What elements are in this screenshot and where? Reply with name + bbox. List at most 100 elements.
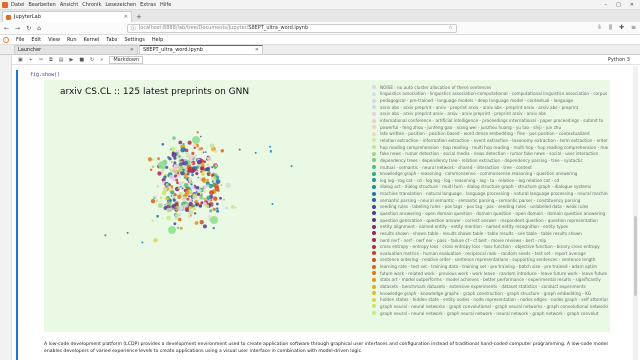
hamburger-menu-icon[interactable]: ≡ bbox=[631, 24, 636, 32]
legend-item[interactable]: dependency trees - dependency tree - rel… bbox=[372, 157, 608, 164]
maximize-icon[interactable]: □ bbox=[616, 2, 621, 8]
menu-hilfe[interactable]: Hilfe bbox=[160, 2, 171, 8]
cut-icon[interactable]: ✂ bbox=[39, 57, 43, 63]
legend-item[interactable]: entity alignment - named entity - entity… bbox=[372, 223, 608, 230]
legend-item[interactable]: dialog act - dialog structure - multi tu… bbox=[372, 184, 608, 191]
scatter-point bbox=[191, 151, 195, 155]
bookmark-star-icon[interactable]: ☆ bbox=[448, 25, 452, 31]
legend-item[interactable]: NOISE : no auto cluster allocation of th… bbox=[372, 84, 608, 91]
legend-marker bbox=[372, 184, 376, 189]
scatter-point bbox=[204, 151, 207, 153]
jmenu-edit[interactable]: Edit bbox=[31, 37, 41, 43]
legend-item[interactable]: evaluation metrics - human evaluation - … bbox=[372, 250, 608, 257]
legend-item[interactable]: late written - position - position based… bbox=[372, 130, 608, 137]
dock-tab-notebook[interactable]: S8EPT_ultra_word.ipynb ✕ bbox=[139, 45, 263, 54]
legend-item[interactable]: knowledge graph - knowledge graphs - gra… bbox=[372, 290, 608, 297]
scatter-point bbox=[190, 183, 193, 186]
legend-item[interactable]: semantic parsing - neural semantic - sem… bbox=[372, 197, 608, 204]
cell-code[interactable]: fig.show() bbox=[30, 72, 60, 78]
close-icon[interactable]: ✕ bbox=[630, 2, 634, 8]
legend-item[interactable]: cross entropy - entropy loss - cross ent… bbox=[372, 243, 608, 250]
new-tab-icon[interactable]: + bbox=[136, 13, 142, 21]
legend-item[interactable]: arxiv abs - arxiv preprint - arxiv - pre… bbox=[372, 104, 608, 111]
legend-item[interactable]: graph neural - neural network - graph ne… bbox=[372, 310, 608, 317]
menu-bearbeiten[interactable]: Bearbeiten bbox=[28, 2, 55, 8]
menu-datei[interactable]: Datei bbox=[11, 2, 24, 8]
menu-extras[interactable]: Extras bbox=[140, 2, 156, 8]
jmenu-help[interactable]: Help bbox=[152, 37, 163, 43]
legend-item[interactable]: mutual - semantic - neural network - sha… bbox=[372, 164, 608, 171]
jmenu-kernel[interactable]: Kernel bbox=[84, 37, 100, 43]
scatter-point bbox=[173, 161, 177, 165]
app-icon bbox=[2, 1, 8, 8]
close-tab-icon[interactable]: ✕ bbox=[124, 14, 128, 20]
url-bar[interactable]: ⓘ localhost:8888/lab/tree/Documents/Jupy… bbox=[126, 23, 457, 33]
cell-type-select[interactable]: Markdown bbox=[109, 55, 144, 64]
close-icon[interactable]: ✕ bbox=[130, 47, 134, 53]
menu-ansicht[interactable]: Ansicht bbox=[60, 2, 78, 8]
add-cell-icon[interactable]: + bbox=[29, 57, 33, 63]
stop-icon[interactable]: ■ bbox=[79, 57, 84, 63]
minimize-icon[interactable]: – bbox=[605, 2, 608, 8]
back-icon[interactable]: ← bbox=[4, 25, 9, 32]
legend-item[interactable]: results shown - shown table - results sh… bbox=[372, 230, 608, 237]
legend-item[interactable]: machine translation - natural language -… bbox=[372, 190, 608, 197]
scatter-point bbox=[177, 165, 179, 168]
dock-tab-launcher[interactable]: Launcher ✕ bbox=[14, 45, 138, 54]
scatter-point bbox=[208, 215, 211, 218]
forward-icon[interactable]: → bbox=[15, 25, 20, 32]
scatter-point bbox=[151, 219, 154, 222]
legend-item[interactable]: graph neural - neural networks - graph c… bbox=[372, 303, 608, 310]
legend-item[interactable]: learning rate - test set - training data… bbox=[372, 263, 608, 270]
downloads-icon[interactable]: ⇩ bbox=[597, 24, 602, 32]
close-icon[interactable]: ✕ bbox=[255, 47, 259, 53]
legend-item[interactable]: international conference - artificial in… bbox=[372, 117, 608, 124]
home-icon[interactable]: ⌂ bbox=[37, 25, 41, 32]
legend-item[interactable]: question generation - question answer - … bbox=[372, 217, 608, 224]
legend-item[interactable]: seeding rules - labeling rules - pos tag… bbox=[372, 204, 608, 211]
legend-item[interactable]: hop reading comprehension - hop reading … bbox=[372, 144, 608, 151]
save-icon[interactable]: ▣ bbox=[18, 57, 23, 63]
legend-item[interactable]: powerful - feng zhou - junfeng gao - xia… bbox=[372, 124, 608, 131]
kernel-name[interactable]: Python 3 bbox=[608, 57, 630, 63]
jmenu-settings[interactable]: Settings bbox=[124, 37, 145, 43]
legend-item[interactable]: hidden states - hidden state - entity no… bbox=[372, 297, 608, 304]
paste-icon[interactable]: ▤ bbox=[59, 57, 64, 63]
scatter-point bbox=[165, 183, 169, 186]
copy-icon[interactable]: ⧉ bbox=[49, 57, 53, 63]
legend-item[interactable]: arxiv abs - arxiv preprint arxiv - arxiv… bbox=[372, 111, 608, 118]
legend-item[interactable]: relation extraction - information extrac… bbox=[372, 137, 608, 144]
legend-item[interactable]: future work - related work - previous wo… bbox=[372, 270, 608, 277]
legend-item[interactable]: pedagogical - pre-trained - language mod… bbox=[372, 97, 608, 104]
scatter-point bbox=[189, 184, 195, 189]
legend-label: future work - related work - previous wo… bbox=[380, 270, 608, 276]
legend-item[interactable]: stats art - model outperforms - model ac… bbox=[372, 277, 608, 284]
scatter-point bbox=[193, 146, 196, 149]
legend-item[interactable]: question answering - open domain questio… bbox=[372, 210, 608, 217]
library-icon[interactable]: ⫼ bbox=[609, 24, 612, 32]
menu-lesezeichen[interactable]: Lesezeichen bbox=[105, 2, 136, 8]
legend-item[interactable]: knowledge graph - reasoning - commonsens… bbox=[372, 170, 608, 177]
jmenu-tabs[interactable]: Tabs bbox=[106, 37, 117, 43]
browser-tab[interactable]: JupyterLab ✕ bbox=[2, 11, 132, 22]
jmenu-run[interactable]: Run bbox=[67, 37, 77, 43]
legend-marker bbox=[372, 171, 376, 176]
reload-icon[interactable]: ↻ bbox=[26, 25, 31, 32]
legend-item[interactable]: fake news - rumor detection - social med… bbox=[372, 150, 608, 157]
jmenu-file[interactable]: File bbox=[16, 37, 24, 43]
fast-forward-icon[interactable]: » bbox=[100, 57, 103, 63]
jmenu-view[interactable]: View bbox=[48, 37, 60, 43]
scrollbar-thumb[interactable] bbox=[634, 216, 637, 296]
legend-item[interactable]: log log - log cat - cd - log log - log -… bbox=[372, 177, 608, 184]
extensions-icon[interactable]: ✚ bbox=[619, 24, 624, 32]
legend-item[interactable]: datasets - benchmark datasets - extensiv… bbox=[372, 283, 608, 290]
notebook-scrollbar[interactable] bbox=[633, 66, 638, 360]
restart-icon[interactable]: ↻ bbox=[90, 57, 94, 63]
legend-item[interactable]: linguistics association - linguistics as… bbox=[372, 91, 608, 98]
legend-item[interactable]: nerd nerf - nerf - nerf ner - pass - fai… bbox=[372, 237, 608, 244]
run-icon[interactable]: ▶ bbox=[69, 57, 73, 63]
legend-item[interactable]: sentence ordering - relative order - sen… bbox=[372, 257, 608, 264]
scatter-plot[interactable] bbox=[44, 80, 374, 330]
menu-chronik[interactable]: Chronik bbox=[82, 2, 101, 8]
scatter-point bbox=[191, 168, 194, 171]
